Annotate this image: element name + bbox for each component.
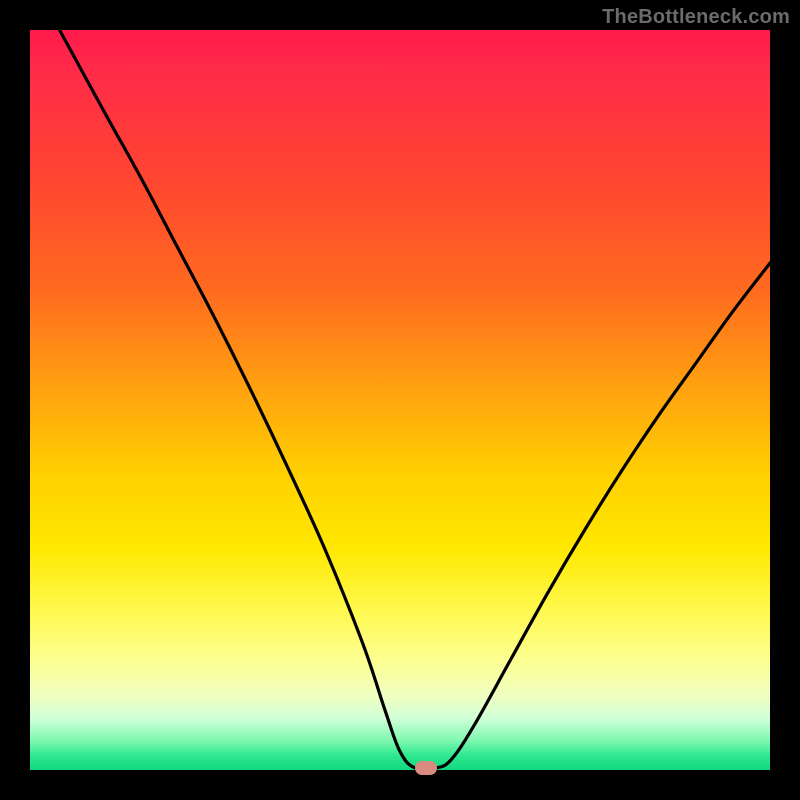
optimal-point-marker [415, 761, 437, 775]
plot-area [30, 30, 770, 770]
bottleneck-curve [30, 30, 770, 770]
watermark-text: TheBottleneck.com [602, 6, 790, 29]
chart-container: TheBottleneck.com [0, 0, 800, 800]
